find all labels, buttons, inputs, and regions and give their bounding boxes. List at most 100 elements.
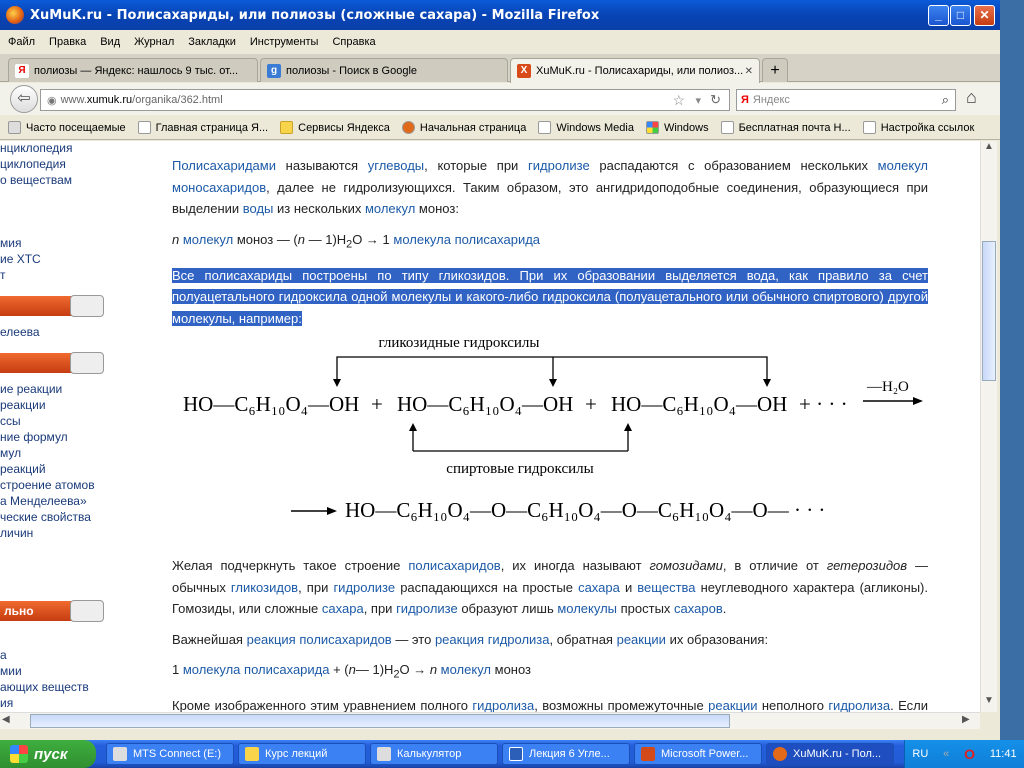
term-link[interactable]: реакция <box>435 632 484 647</box>
scroll-left-icon[interactable]: ◀ <box>2 714 10 725</box>
sidebar-link[interactable]: ие реакции <box>0 382 62 396</box>
term-link[interactable]: гликозидов <box>231 580 298 595</box>
sidebar-section-bar[interactable] <box>0 352 104 374</box>
url-bar[interactable]: ◉ www. xumuk.ru/organika/362.html ☆ ▾ ↻ <box>40 89 730 111</box>
term-link[interactable]: полисахаридов <box>299 632 391 647</box>
bookmark-windows-media[interactable]: Windows Media <box>538 121 634 134</box>
menu-edit[interactable]: Правка <box>49 36 86 48</box>
term-link[interactable]: молекул <box>365 201 415 216</box>
bookmark-windows[interactable]: Windows <box>645 121 709 134</box>
close-button[interactable]: ✕ <box>974 5 995 26</box>
sidebar-link[interactable]: ающих веществ <box>0 680 89 694</box>
sidebar-link[interactable]: реакций <box>0 462 46 476</box>
search-field[interactable]: Я Яндекс ⌕ <box>736 89 956 111</box>
term-link[interactable]: полисахарида <box>455 232 540 247</box>
language-indicator[interactable]: RU <box>912 748 928 760</box>
menu-bookmarks[interactable]: Закладки <box>188 36 236 48</box>
taskbar-item-calculator[interactable]: Калькулятор <box>370 743 498 765</box>
vertical-scrollbar[interactable]: ▲ ▼ <box>980 141 997 712</box>
sidebar-link[interactable]: циклопедия <box>0 157 66 171</box>
tab-yandex[interactable]: Я полиозы — Яндекс: нашлось 9 тыс. от... <box>8 58 258 82</box>
sidebar-section-bar[interactable] <box>0 295 104 317</box>
menu-view[interactable]: Вид <box>100 36 120 48</box>
term-link[interactable]: сахаров <box>674 601 723 616</box>
sidebar-link[interactable]: о веществам <box>0 173 72 187</box>
scroll-up-icon[interactable]: ▲ <box>981 141 997 158</box>
sidebar-link[interactable]: а Менделеева» <box>0 494 87 508</box>
arrow-left-icon[interactable]: « <box>943 748 949 760</box>
term-link[interactable]: воды <box>243 201 274 216</box>
menu-tools[interactable]: Инструменты <box>250 36 319 48</box>
term-link[interactable]: молекулы <box>557 601 617 616</box>
bookmark-yandex-services[interactable]: Сервисы Яндекса <box>280 121 390 134</box>
term-link[interactable]: гидролизе <box>333 580 395 595</box>
term-link[interactable]: гидролизе <box>528 158 590 173</box>
term-link[interactable]: углеводы <box>368 158 424 173</box>
title-bar[interactable]: XuMuK.ru - Полисахариды, или полиозы (сл… <box>0 0 1000 30</box>
back-button[interactable]: ⇦ <box>10 85 38 113</box>
bookmark-yandex-home[interactable]: Главная страница Я... <box>137 121 268 134</box>
taskbar-item-powerpoint[interactable]: Microsoft Power... <box>634 743 762 765</box>
sidebar-link[interactable]: ия <box>0 696 13 710</box>
sidebar-section-bar[interactable]: льно <box>0 600 104 622</box>
start-button[interactable]: пуск <box>0 740 96 768</box>
menu-file[interactable]: Файл <box>8 36 35 48</box>
sidebar-link[interactable]: т <box>0 268 6 282</box>
term-link[interactable]: молекула <box>393 232 451 247</box>
term-link[interactable]: вещества <box>637 580 695 595</box>
term-link[interactable]: молекул <box>878 158 928 173</box>
menu-help[interactable]: Справка <box>332 36 375 48</box>
taskbar-item-word[interactable]: Лекция 6 Угле... <box>502 743 630 765</box>
sidebar-link[interactable]: а <box>0 648 7 662</box>
term-link[interactable]: гидролиза <box>472 698 534 712</box>
new-tab-button[interactable]: + <box>762 58 788 82</box>
sidebar-link[interactable]: мия <box>0 236 21 250</box>
close-tab-icon[interactable]: ✕ <box>745 66 753 77</box>
term-link[interactable]: реакция <box>247 632 296 647</box>
home-icon[interactable]: ⌂ <box>966 87 977 108</box>
maximize-button[interactable]: □ <box>950 5 971 26</box>
scroll-down-icon[interactable]: ▼ <box>981 695 997 712</box>
term-link[interactable]: полисахаридов <box>408 558 500 573</box>
sidebar-link[interactable]: нциклопедия <box>0 141 73 155</box>
term-link[interactable]: молекул <box>183 232 233 247</box>
dropdown-icon[interactable]: ▾ <box>695 94 701 107</box>
sidebar-link[interactable]: ние формул <box>0 430 68 444</box>
tab-xumuk[interactable]: X XuMuK.ru - Полисахариды, или полиоз...… <box>510 58 760 83</box>
star-icon[interactable]: ☆ <box>672 92 685 109</box>
taskbar-item-course[interactable]: Курс лекций <box>238 743 366 765</box>
tab-google[interactable]: g полиозы - Поиск в Google <box>260 58 508 82</box>
sidebar-link[interactable]: ссы <box>0 414 21 428</box>
scroll-thumb[interactable] <box>982 241 996 381</box>
sidebar-link[interactable]: елеева <box>0 325 40 339</box>
sidebar-link[interactable]: реакции <box>0 398 46 412</box>
taskbar-item-firefox[interactable]: XuMuK.ru - Пол... <box>766 743 894 765</box>
sidebar-link[interactable]: личин <box>0 526 33 540</box>
reload-icon[interactable]: ↻ <box>710 92 721 108</box>
magnifier-icon[interactable]: ⌕ <box>942 92 949 108</box>
term-link[interactable]: сахара <box>322 601 364 616</box>
taskbar-item-mts[interactable]: MTS Connect (E:) <box>106 743 234 765</box>
bookmark-most-visited[interactable]: Часто посещаемые <box>8 121 126 134</box>
minimize-button[interactable]: _ <box>928 5 949 26</box>
term-link[interactable]: Полисахаридами <box>172 158 276 173</box>
sidebar-link[interactable]: мул <box>0 446 21 460</box>
sidebar-link[interactable]: ие ХТС <box>0 252 41 266</box>
term-link[interactable]: гидролизе <box>396 601 458 616</box>
bookmark-free-mail[interactable]: Бесплатная почта Н... <box>720 121 851 134</box>
bookmark-link-settings[interactable]: Настройка ссылок <box>862 121 974 134</box>
term-link[interactable]: реакции <box>708 698 757 712</box>
sidebar-link[interactable]: мии <box>0 664 22 678</box>
bookmark-start-page[interactable]: Начальная страница <box>401 121 526 134</box>
term-link[interactable]: сахара <box>578 580 620 595</box>
term-link[interactable]: молекула <box>183 662 241 677</box>
horizontal-scrollbar[interactable]: ◀ ▶ <box>0 712 980 729</box>
scroll-thumb[interactable] <box>30 714 730 728</box>
term-link[interactable]: моносахаридов <box>172 180 266 195</box>
sidebar-link[interactable]: строение атомов <box>0 478 95 492</box>
opera-icon[interactable]: O <box>964 746 975 762</box>
term-link[interactable]: гидролиза <box>828 698 890 712</box>
scroll-right-icon[interactable]: ▶ <box>962 714 970 725</box>
menu-history[interactable]: Журнал <box>134 36 174 48</box>
sidebar-link[interactable]: ческие свойства <box>0 510 91 524</box>
